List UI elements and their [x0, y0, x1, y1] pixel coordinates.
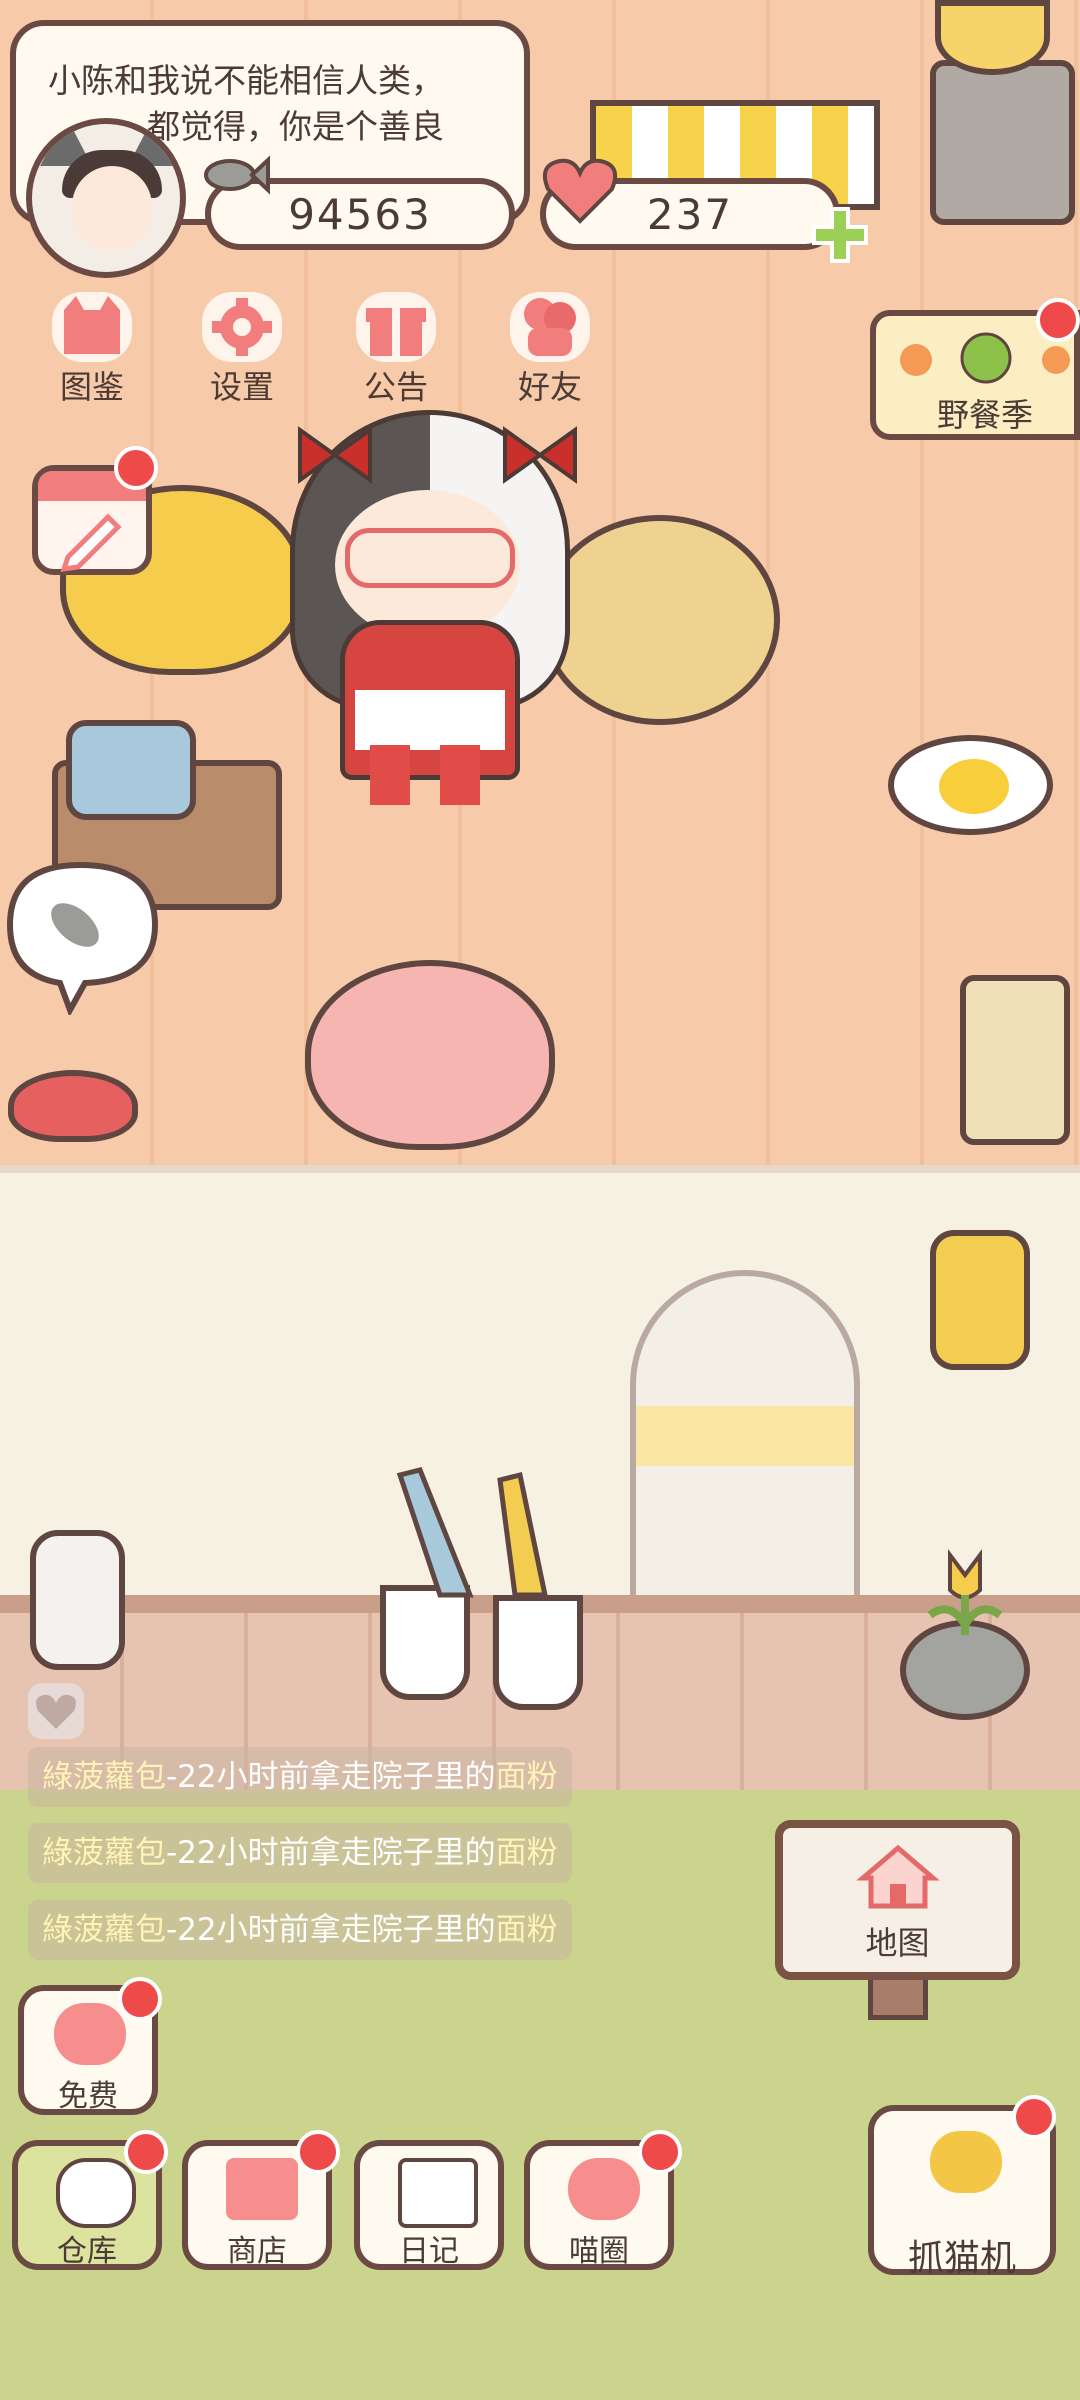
heart-value: 237	[646, 189, 734, 239]
cat-bed[interactable]	[540, 515, 780, 725]
pink-beanbag[interactable]	[305, 960, 555, 1150]
settings-label: 设置	[209, 368, 274, 406]
friends-icon	[510, 292, 590, 362]
radio[interactable]	[66, 720, 196, 820]
kettle	[935, 0, 1050, 75]
cat-circle-label: 喵圈	[569, 2234, 629, 2269]
diary-button[interactable]: 日记	[354, 2140, 504, 2270]
free-label: 免费	[58, 2079, 118, 2114]
bow-left-icon	[298, 426, 372, 484]
cat-circle-notification-badge	[638, 2130, 682, 2174]
warehouse-label: 仓库	[57, 2234, 117, 2269]
activity-feed-item[interactable]: 綠菠蘿包-22小时前拿走院子里的面粉	[28, 1900, 572, 1960]
activity-feed-item[interactable]: 綠菠蘿包-22小时前拿走院子里的面粉	[28, 1823, 572, 1883]
friends-label: 好友	[517, 368, 582, 406]
cat-planet-icon	[568, 2158, 640, 2220]
bow-right-icon	[503, 426, 577, 484]
free-notification-badge	[118, 1977, 162, 2021]
avatar-face	[72, 166, 152, 250]
claw-icon	[930, 2131, 1002, 2193]
speech-line-1: 小陈和我说不能相信人类，	[48, 61, 444, 100]
egg-cushion[interactable]	[888, 735, 1053, 835]
stove[interactable]	[930, 60, 1075, 225]
add-heart-plus-icon[interactable]	[810, 205, 870, 265]
announcement-button[interactable]: 公告	[336, 292, 456, 406]
player-avatar[interactable]	[26, 118, 186, 278]
umbrellas-icon	[396, 1467, 549, 1598]
lantern[interactable]	[30, 1530, 125, 1670]
character-skirt	[355, 690, 505, 750]
rice-ball-icon	[56, 2158, 136, 2228]
heart-icon	[543, 158, 617, 224]
house-icon	[856, 1844, 940, 1909]
shop-icon	[226, 2158, 298, 2220]
settings-button[interactable]: 设置	[182, 292, 302, 406]
character-legs	[370, 745, 480, 805]
claw-machine-label: 抓猫机	[907, 2238, 1016, 2279]
fish-coin-icon	[204, 155, 270, 195]
heart-icon	[54, 2003, 126, 2065]
scratching-post[interactable]	[960, 975, 1070, 1145]
fish-bubble-icon[interactable]	[0, 855, 165, 1015]
map-label: 地图	[865, 1924, 930, 1962]
diary-label: 日记	[399, 2234, 459, 2269]
diary-icon	[398, 2158, 478, 2228]
friends-button[interactable]: 好友	[490, 292, 610, 406]
wall-lamp[interactable]	[930, 1230, 1030, 1370]
potted-plant[interactable]	[900, 1620, 1030, 1720]
catalog-button[interactable]: 图鉴	[32, 292, 152, 406]
activity-feed-item[interactable]: 綠菠蘿包-22小时前拿走院子里的面粉	[28, 1747, 572, 1807]
claw-machine-notification-badge	[1012, 2095, 1056, 2139]
picnic-season-label: 野餐季	[936, 396, 1033, 434]
announcement-label: 公告	[363, 368, 428, 406]
catalog-label: 图鉴	[59, 368, 124, 406]
warehouse-notification-badge	[124, 2130, 168, 2174]
map-sign-post	[868, 1975, 928, 2020]
calendar-notification-badge	[114, 446, 158, 490]
arched-window	[630, 1270, 860, 1620]
character-glasses	[345, 528, 515, 588]
event-notification-badge	[1036, 298, 1080, 342]
gear-icon	[202, 292, 282, 362]
cat-book-icon	[52, 292, 132, 362]
tulip-icon	[927, 1549, 1003, 1635]
gift-icon	[356, 292, 436, 362]
feed-toggle-heart-icon[interactable]	[28, 1683, 84, 1739]
pencil-icon	[60, 513, 122, 573]
food-bowl[interactable]	[8, 1070, 138, 1142]
shop-notification-badge	[296, 2130, 340, 2174]
fish-coin-value: 94563	[288, 189, 432, 239]
shop-label: 商店	[227, 2234, 287, 2269]
